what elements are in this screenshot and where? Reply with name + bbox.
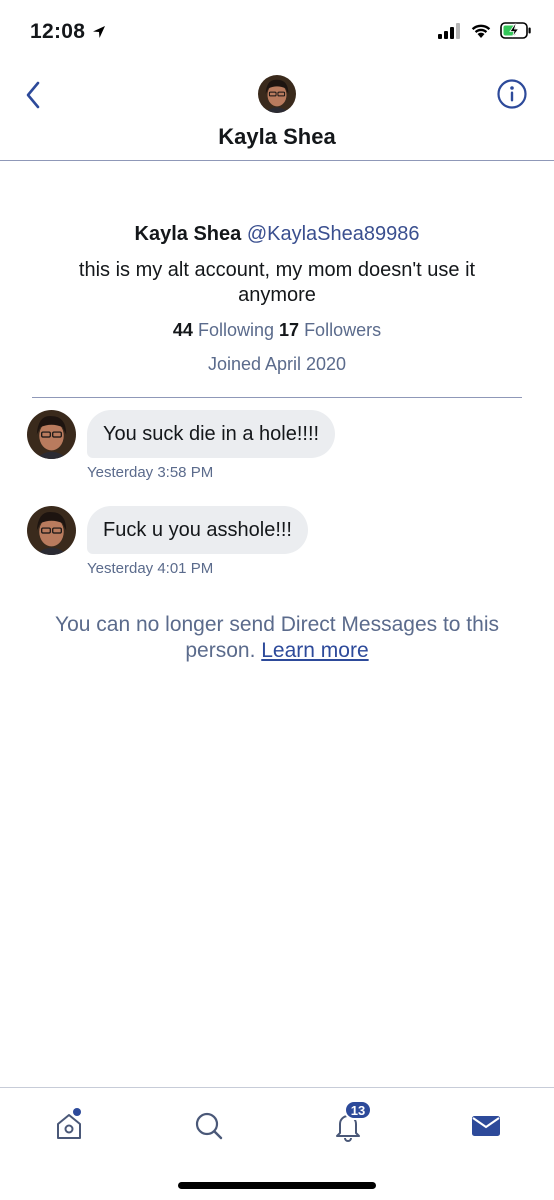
dm-disabled-notice: You can no longer send Direct Messages t…	[30, 612, 524, 664]
envelope-icon	[472, 1116, 500, 1136]
divider	[32, 397, 522, 398]
home-notification-dot	[73, 1108, 81, 1116]
status-time: 12:08	[30, 20, 107, 44]
chevron-left-icon	[26, 81, 40, 109]
avatar[interactable]	[258, 75, 296, 113]
cellular-signal-icon	[438, 22, 460, 39]
status-time-text: 12:08	[30, 20, 86, 43]
avatar[interactable]	[27, 410, 76, 459]
profile-stats: 44 Following 17 Followers	[0, 318, 554, 342]
avatar[interactable]	[27, 506, 76, 555]
following-stat[interactable]: 44 Following	[173, 320, 274, 340]
avatar-image	[27, 410, 76, 459]
wifi-icon	[471, 24, 491, 38]
tab-messages[interactable]	[466, 1106, 506, 1146]
message-bubble[interactable]: You suck die in a hole!!!!	[87, 410, 336, 458]
tab-home[interactable]	[49, 1106, 89, 1146]
status-bar: 12:08	[0, 0, 554, 64]
info-button[interactable]	[496, 78, 528, 110]
page-title: Kayla Shea	[218, 124, 336, 149]
following-label: Following	[197, 320, 274, 340]
followers-label: Followers	[304, 320, 382, 340]
tab-search[interactable]	[189, 1106, 229, 1146]
profile-joined: Joined April 2020	[207, 354, 347, 374]
profile-name-line: Kayla Shea @KaylaShea89986	[0, 220, 554, 248]
followers-count: 17	[279, 320, 300, 340]
profile-summary: Kayla Shea @KaylaShea89986 this is my al…	[0, 220, 554, 376]
notification-badge: 13	[344, 1100, 372, 1120]
battery-charging-icon	[500, 22, 531, 39]
profile-handle[interactable]: @KaylaShea89986	[247, 223, 420, 245]
search-icon	[195, 1112, 223, 1140]
learn-more-link[interactable]: Learn more	[261, 639, 368, 662]
profile-bio: this is my alt account, my mom doesn't u…	[78, 259, 476, 306]
message-timestamp: Yesterday 4:01 PM	[87, 560, 214, 577]
back-button[interactable]	[18, 78, 48, 112]
followers-stat[interactable]: 17 Followers	[279, 320, 381, 340]
conversation-header: Kayla Shea	[0, 64, 554, 161]
info-circle-icon	[497, 79, 527, 109]
status-icons	[438, 22, 532, 39]
avatar-image	[258, 75, 296, 113]
location-arrow-icon	[93, 26, 106, 38]
home-icon	[57, 1114, 81, 1139]
tab-notifications[interactable]: 13	[328, 1100, 372, 1146]
message-timestamp: Yesterday 3:58 PM	[87, 464, 214, 481]
following-count: 44	[172, 320, 193, 340]
message-bubble[interactable]: Fuck u you asshole!!!	[87, 506, 308, 554]
home-indicator[interactable]	[178, 1182, 376, 1189]
profile-name[interactable]: Kayla Shea	[135, 223, 242, 245]
avatar-image	[27, 506, 76, 555]
